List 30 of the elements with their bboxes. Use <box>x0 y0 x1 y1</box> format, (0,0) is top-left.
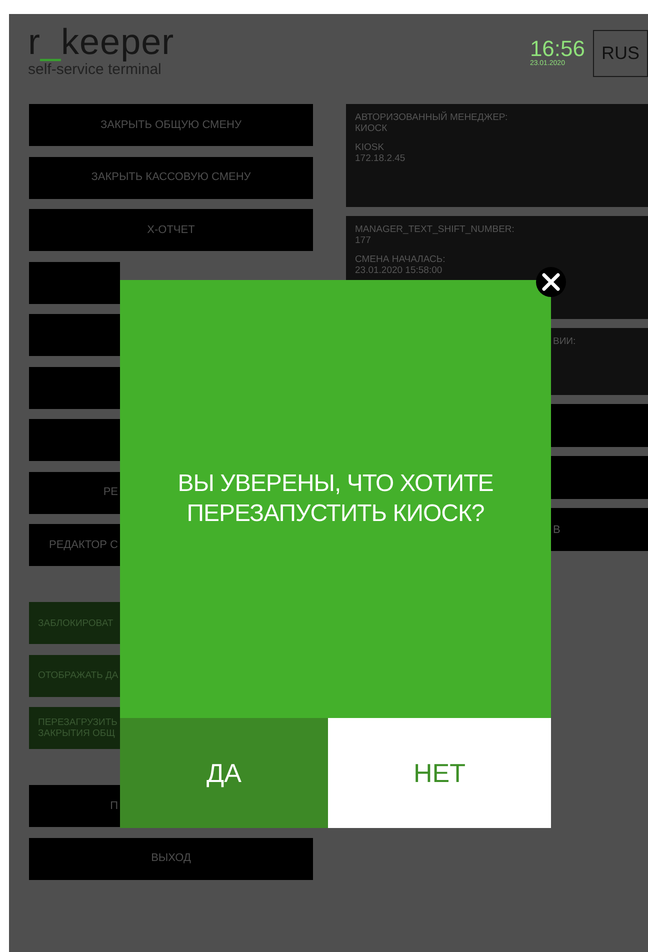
info-text: MANAGER_TEXT_SHIFT_NUMBER: <box>355 224 516 235</box>
menu-button[interactable]: ЗАКРЫТЬ КАССОВУЮ СМЕНУ <box>29 156 313 198</box>
close-icon <box>542 273 560 291</box>
menu-button[interactable]: РЕ <box>29 472 120 514</box>
info-text: 177 <box>355 235 372 246</box>
menu-button[interactable] <box>29 419 120 461</box>
yes-button[interactable]: ДА <box>120 718 328 828</box>
info-text: АВТОРИЗОВАННЫЙ МЕНЕДЖЕР: <box>355 112 509 123</box>
menu-button[interactable] <box>29 366 120 408</box>
menu-button[interactable] <box>551 404 648 447</box>
menu-button[interactable] <box>29 314 120 356</box>
menu-button[interactable]: ЗАКРЫТЬ ОБЩУЮ СМЕНУ <box>29 104 313 146</box>
menu-button[interactable]: ВЫХОД <box>29 838 313 880</box>
clock-time: 16:56 <box>530 38 585 60</box>
menu-button[interactable] <box>29 262 120 304</box>
info-text: 172.18.2.45 <box>355 153 406 164</box>
language-button[interactable]: RUS <box>593 30 648 77</box>
dialog-message: ВЫ УВЕРЕНЫ, ЧТО ХОТИТЕ ПЕРЕЗАПУСТИТЬ КИОСК? <box>176 469 494 529</box>
no-button[interactable]: НЕТ <box>328 718 551 828</box>
menu-button[interactable]: В <box>551 508 648 551</box>
menu-button[interactable]: РЕДАКТОР С <box>29 524 120 566</box>
info-text: 23.01.2020 15:58:00 <box>355 265 444 276</box>
menu-button[interactable] <box>551 456 648 499</box>
logo: r_keeper <box>28 24 174 60</box>
info-text: ВИИ: <box>553 336 577 347</box>
info-text: KIOSK <box>355 142 386 153</box>
menu-button[interactable]: X-ОТЧЕТ <box>29 209 313 251</box>
menu-button[interactable]: П <box>29 785 120 827</box>
info-text: СМЕНА НАЧАЛАСЬ: <box>355 254 446 265</box>
info-text: КИОСК <box>355 123 388 134</box>
